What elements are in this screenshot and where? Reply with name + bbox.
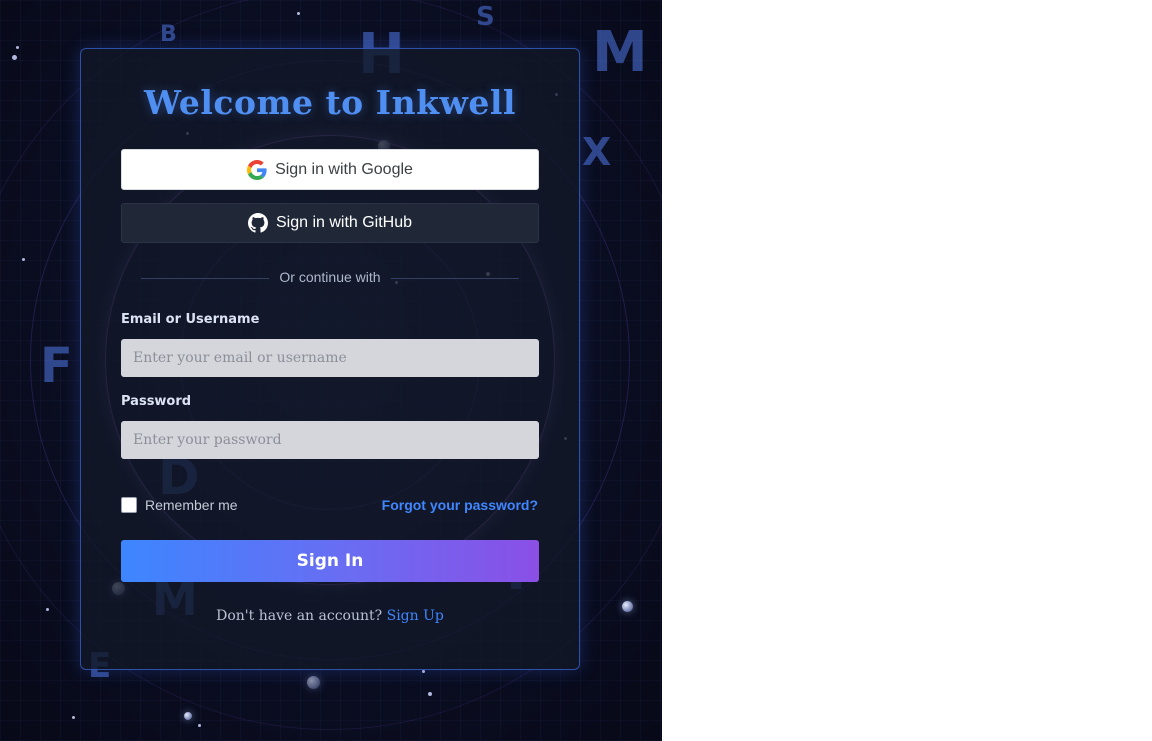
github-icon (247, 213, 268, 233)
signup-link[interactable]: Sign Up (387, 608, 444, 624)
google-button-label: Sign in with Google (275, 160, 413, 178)
star (198, 724, 201, 727)
star (46, 608, 49, 611)
or-divider: Or continue with (121, 269, 539, 287)
star (22, 258, 25, 261)
orb (622, 601, 633, 612)
email-label: Email or Username (121, 312, 260, 327)
password-field[interactable] (121, 421, 539, 459)
divider-line-right (391, 278, 519, 279)
signin-button[interactable]: Sign In (121, 540, 539, 582)
rune-glyph: S (476, 2, 495, 32)
remember-checkbox[interactable] (121, 497, 137, 513)
orb (307, 676, 320, 689)
forgot-password-link[interactable]: Forgot your password? (382, 497, 538, 513)
divider-text: Or continue with (279, 269, 381, 285)
star (12, 55, 17, 60)
remember-me[interactable]: Remember me (121, 497, 238, 513)
github-signin-button[interactable]: Sign in with GitHub (121, 203, 539, 243)
signup-prompt: Don't have an account? (216, 608, 383, 624)
star (422, 670, 425, 673)
login-card: Welcome to Inkwell Sign in with Google S… (80, 48, 580, 670)
signup-row: Don't have an account? Sign Up (81, 608, 579, 624)
orb (184, 712, 192, 720)
google-icon (247, 159, 267, 180)
email-field[interactable] (121, 339, 539, 377)
star (297, 12, 300, 15)
page-title: Welcome to Inkwell (144, 83, 516, 122)
remember-label: Remember me (145, 497, 238, 513)
star (428, 692, 432, 696)
github-button-label: Sign in with GitHub (275, 214, 413, 231)
star (16, 46, 19, 49)
google-signin-button[interactable]: Sign in with Google (121, 149, 539, 190)
star (72, 716, 75, 719)
rune-glyph: X (582, 130, 612, 174)
rune-glyph: F (40, 338, 73, 394)
password-label: Password (121, 394, 192, 409)
rune-glyph: B (160, 22, 177, 47)
rune-glyph: M (592, 20, 648, 85)
